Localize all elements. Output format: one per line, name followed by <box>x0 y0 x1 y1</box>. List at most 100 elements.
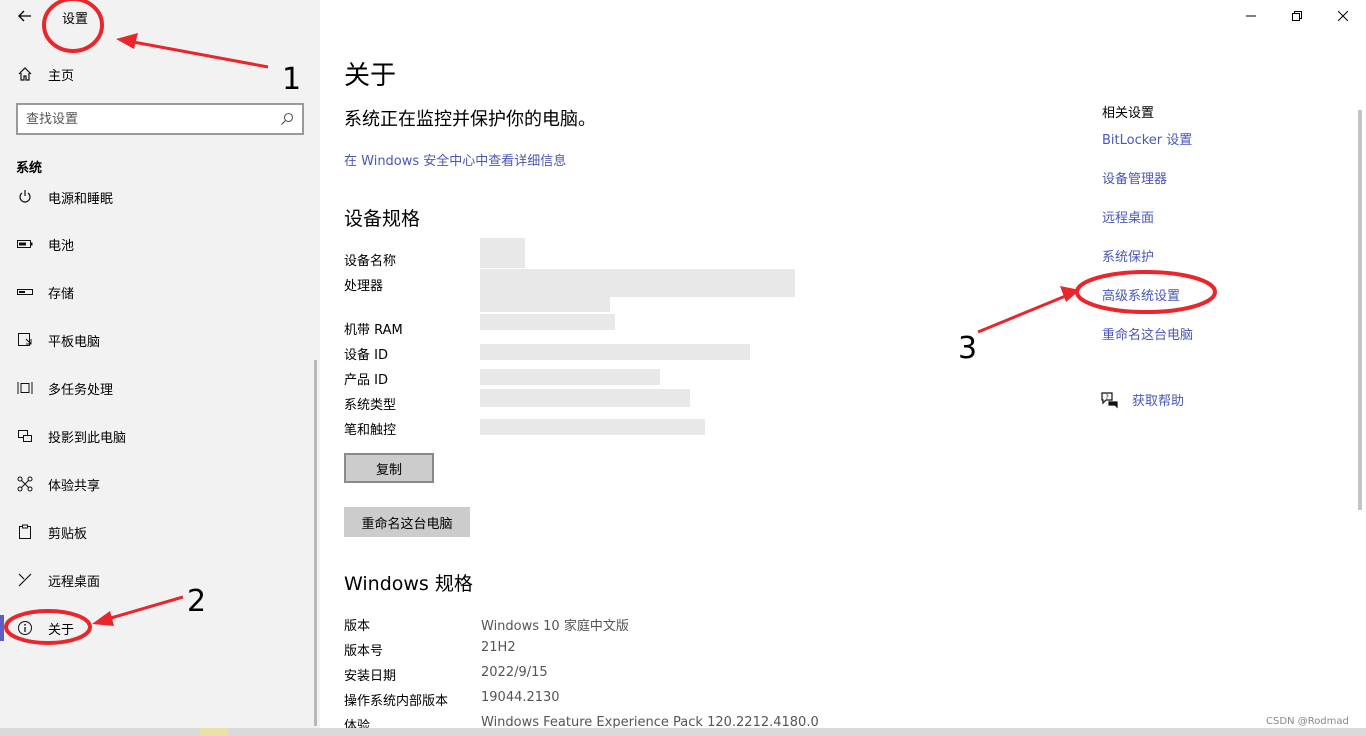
system-protection-link[interactable]: 系统保护 <box>1102 246 1154 265</box>
minimize-button[interactable] <box>1228 0 1274 32</box>
spec-label-processor: 处理器 <box>344 279 384 294</box>
remote-desktop-icon <box>14 572 36 588</box>
device-manager-link[interactable]: 设备管理器 <box>1102 168 1167 187</box>
get-help-label: 获取帮助 <box>1132 394 1185 409</box>
remote-desktop-link[interactable]: 远程桌面 <box>1102 207 1154 226</box>
spec-label-device-name: 设备名称 <box>344 254 397 269</box>
clipboard-icon <box>14 524 36 540</box>
search-box[interactable] <box>16 103 304 135</box>
help-chat-icon: ? <box>1101 391 1118 408</box>
main-scrollbar[interactable] <box>1358 110 1362 510</box>
home-icon <box>14 66 36 82</box>
win-spec-label-install-date: 安装日期 <box>344 669 397 684</box>
rename-pc-button[interactable]: 重命名这台电脑 <box>344 507 470 537</box>
restore-button[interactable] <box>1274 0 1320 32</box>
search-icon <box>281 112 294 125</box>
sidebar: 设置 主页 系统 电源和睡眠 电池 <box>0 0 320 736</box>
page-title: 关于 <box>344 61 397 91</box>
sidebar-item-power[interactable]: 电源和睡眠 <box>14 188 304 212</box>
win-spec-label-version: 版本号 <box>344 644 384 659</box>
nav-home[interactable]: 主页 <box>14 62 304 86</box>
redacted-value <box>480 419 705 435</box>
sidebar-item-label: 电池 <box>48 238 75 254</box>
sidebar-item-project[interactable]: 投影到此电脑 <box>14 421 304 451</box>
annotation-number-3: 3 <box>958 331 978 366</box>
redacted-value <box>480 344 750 360</box>
taskbar-strip <box>0 728 1366 736</box>
search-input[interactable] <box>26 111 280 127</box>
restore-icon <box>1292 11 1302 21</box>
win-spec-value-version: 21H2 <box>481 640 516 655</box>
sidebar-item-remote-desktop[interactable]: 远程桌面 <box>14 565 304 595</box>
sidebar-item-share[interactable]: 体验共享 <box>14 469 304 499</box>
win-spec-value-edition: Windows 10 家庭中文版 <box>481 619 629 634</box>
window-controls <box>1228 0 1366 32</box>
get-help[interactable]: ? 获取帮助 <box>1100 390 1184 409</box>
back-button[interactable] <box>10 5 40 29</box>
info-icon <box>14 620 36 636</box>
app-title: 设置 <box>62 12 89 27</box>
multitask-icon <box>14 380 36 396</box>
section-title: 系统 <box>16 161 43 176</box>
sidebar-scrollbar[interactable] <box>314 360 317 726</box>
close-icon <box>1338 11 1348 21</box>
win-spec-label-os-build: 操作系统内部版本 <box>344 694 449 709</box>
nav-home-label: 主页 <box>48 68 75 84</box>
win-spec-value-install-date: 2022/9/15 <box>481 665 548 680</box>
watermark: CSDN @Rodmad <box>1266 716 1349 727</box>
sidebar-item-label: 平板电脑 <box>48 334 101 350</box>
spec-label-product-id: 产品 ID <box>344 373 388 388</box>
sidebar-item-storage[interactable]: 存储 <box>14 277 304 307</box>
redacted-value <box>480 254 525 268</box>
minimize-icon <box>1246 15 1256 17</box>
redacted-value <box>480 389 690 407</box>
sidebar-item-label: 投影到此电脑 <box>48 430 127 446</box>
tablet-icon <box>14 332 36 348</box>
spec-label-system-type: 系统类型 <box>344 398 397 413</box>
device-spec-title: 设备规格 <box>344 208 421 230</box>
bitlocker-link[interactable]: BitLocker 设置 <box>1102 129 1192 148</box>
win-spec-label-edition: 版本 <box>344 619 371 634</box>
storage-icon <box>14 287 36 297</box>
power-icon <box>14 189 36 205</box>
sidebar-item-label: 电源和睡眠 <box>48 191 114 207</box>
sidebar-item-about[interactable]: 关于 <box>14 613 304 643</box>
annotation-number-2: 2 <box>187 584 207 619</box>
redacted-value <box>480 269 795 297</box>
spec-label-device-id: 设备 ID <box>344 348 388 363</box>
sidebar-item-label: 多任务处理 <box>48 382 114 398</box>
win-spec-value-os-build: 19044.2130 <box>481 690 560 705</box>
sidebar-item-battery[interactable]: 电池 <box>14 229 304 259</box>
share-icon <box>14 476 36 492</box>
main-content: 关于 系统正在监控并保护你的电脑。 在 Windows 安全中心中查看详细信息 … <box>320 0 1366 736</box>
sidebar-item-label: 剪贴板 <box>48 526 88 542</box>
related-settings-title: 相关设置 <box>1102 106 1155 121</box>
redacted-value <box>480 238 525 254</box>
spec-label-ram: 机带 RAM <box>344 323 403 338</box>
redacted-value <box>480 314 615 330</box>
spec-label-pen-touch: 笔和触控 <box>344 423 397 438</box>
svg-text:?: ? <box>1106 394 1109 401</box>
sidebar-item-clipboard[interactable]: 剪贴板 <box>14 517 304 547</box>
copy-button[interactable]: 复制 <box>344 453 434 483</box>
sidebar-item-multitask[interactable]: 多任务处理 <box>14 373 304 403</box>
redacted-value <box>480 297 610 312</box>
sidebar-item-tablet[interactable]: 平板电脑 <box>14 325 304 355</box>
security-center-link[interactable]: 在 Windows 安全中心中查看详细信息 <box>344 150 566 169</box>
nav-list: 电源和睡眠 电池 存储 平板电脑 多任务处理 投影到此电脑 体验共享 剪贴板 远… <box>0 188 315 736</box>
settings-window: 设置 主页 系统 电源和睡眠 电池 <box>0 0 1366 736</box>
redacted-value <box>480 369 660 385</box>
sidebar-item-label: 体验共享 <box>48 478 101 494</box>
project-icon <box>14 428 36 444</box>
close-button[interactable] <box>1320 0 1366 32</box>
sidebar-item-label: 关于 <box>48 622 75 638</box>
sidebar-item-label: 存储 <box>48 286 75 302</box>
annotation-number-1: 1 <box>282 62 302 97</box>
rename-pc-link[interactable]: 重命名这台电脑 <box>1102 324 1193 343</box>
active-indicator <box>0 615 4 641</box>
protect-text: 系统正在监控并保护你的电脑。 <box>344 109 596 130</box>
battery-icon <box>14 239 36 249</box>
windows-spec-title: Windows 规格 <box>344 573 473 595</box>
back-arrow-icon <box>18 10 31 22</box>
advanced-system-settings-link[interactable]: 高级系统设置 <box>1102 285 1180 304</box>
